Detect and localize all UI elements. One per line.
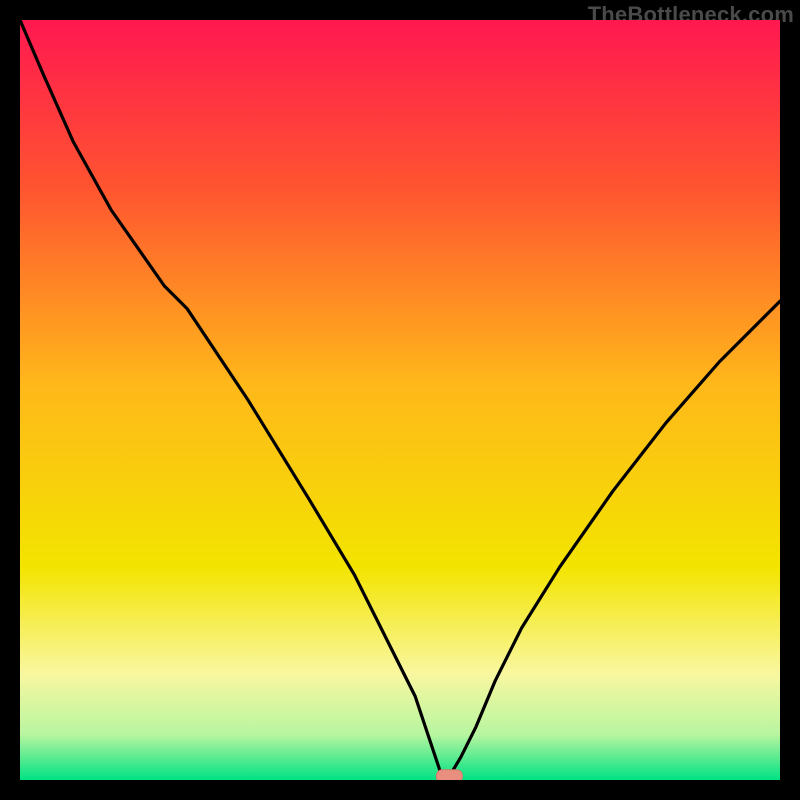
chart-frame: TheBottleneck.com	[0, 0, 800, 800]
bottleneck-chart	[20, 20, 780, 780]
optimal-point-marker	[436, 770, 462, 780]
